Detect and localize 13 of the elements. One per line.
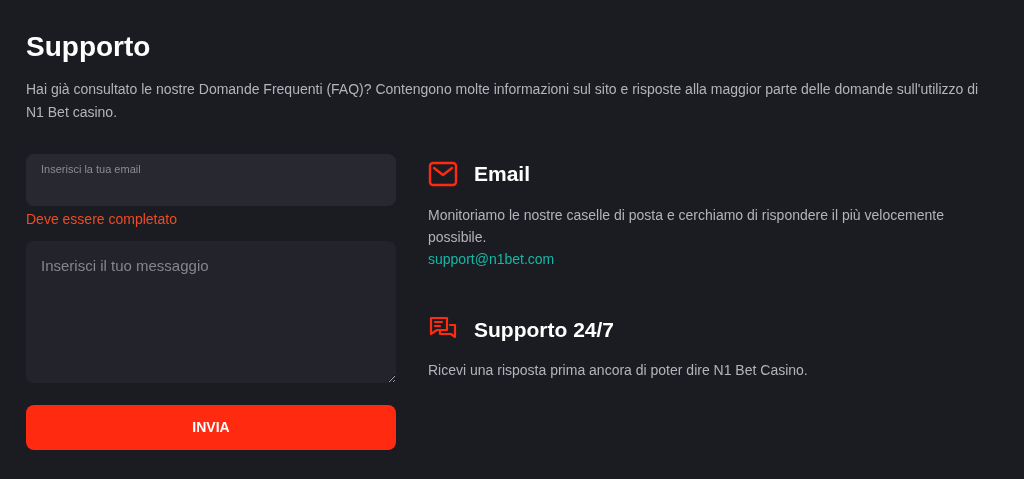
submit-button[interactable]: INVIA [26, 405, 396, 450]
field-label: Inserisci la tua email [41, 162, 142, 176]
message-field[interactable]: Inserisci il tuo messaggio [26, 241, 396, 383]
intro-text: Hai già consultato le nostre Domande Frequenti (FAQ)? Contengono molte informazioni sul sito e risposte alla maggior parte delle domande sull'utilizzo di N1 Bet casino. [26, 80, 980, 122]
email-field[interactable]: Inserisci la tua email [26, 154, 396, 206]
contact-title: Email [474, 161, 531, 187]
contact-description: Ricevi una risposta prima ancora di poter dire N1 Bet Casino. [428, 361, 809, 380]
error-message: Deve essere completato [26, 210, 178, 229]
email-link[interactable]: support@n1bet.com [428, 247, 555, 270]
envelope-icon [428, 160, 458, 187]
contact-description: Monitoriamo le nostre caselle di posta e cerchiamo di rispondere il più velocemente possibile. [428, 205, 945, 247]
contact-title: Supporto 24/7 [474, 316, 615, 343]
page-title: Supporto [26, 30, 152, 64]
